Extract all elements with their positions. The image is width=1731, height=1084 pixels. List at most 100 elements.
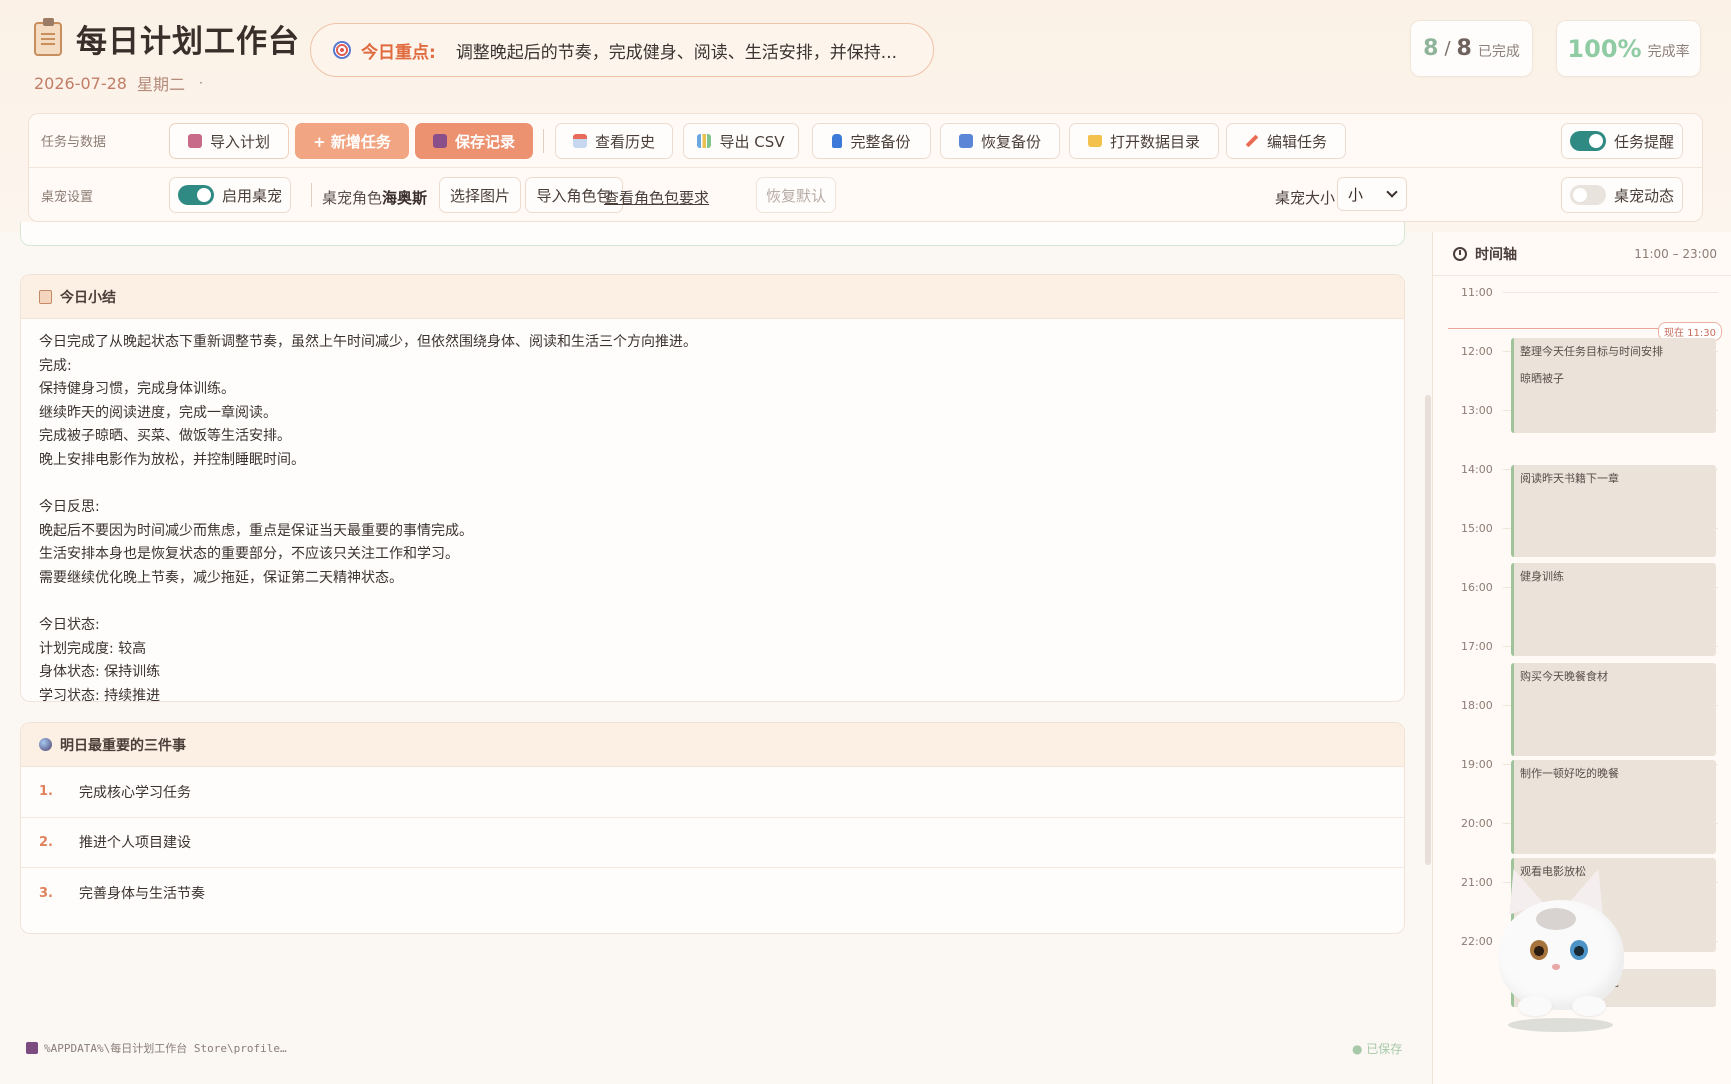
timeline-task[interactable]: 晾晒被子 <box>1511 365 1716 433</box>
enable-pet-switch[interactable] <box>177 185 214 205</box>
timeline-range: 11:00 – 23:00 <box>1634 246 1717 261</box>
folder-icon <box>1087 135 1102 147</box>
pet-eye <box>1570 940 1588 960</box>
clock-icon <box>1453 246 1467 261</box>
row-label-tasks: 任务与数据 <box>41 135 107 150</box>
hour-label: 16:00 <box>1461 581 1493 594</box>
tomorrow-card: 明日最重要的三件事 1. 完成核心学习任务 2. 推进个人项目建设 3. 完善身… <box>20 722 1405 934</box>
toolbar-row-pet: 桌宠设置 启用桌宠 桌宠角色 海奥斯 选择图片 导入角色包 查看角色包要求 恢复… <box>29 168 1702 222</box>
toolbar-divider <box>311 183 312 207</box>
restore-backup-button[interactable]: 恢复备份 <box>940 123 1060 159</box>
pet-role-name: 海奥斯 <box>382 189 428 207</box>
choose-image-label: 选择图片 <box>449 186 510 205</box>
tomorrow-header: 明日最重要的三件事 <box>21 723 1404 767</box>
restore-default-button[interactable]: 恢复默认 <box>756 177 836 213</box>
desktop-pet-cat[interactable] <box>1488 860 1643 1040</box>
today-focus[interactable]: 今日重点: 调整晚起后的节奏，完成健身、阅读、生活安排，并保持... <box>310 23 934 77</box>
toolbar: 任务与数据 导入计划 + 新增任务 保存记录 查看历史 导出 CSV 完整备份 … <box>28 113 1703 222</box>
focus-label: 今日重点: <box>361 42 436 63</box>
hour-label: 15:00 <box>1461 522 1493 535</box>
completion-rate: 100% <box>1567 34 1642 63</box>
task-reminder-toggle[interactable]: 任务提醒 <box>1561 123 1683 159</box>
edit-task-label: 编辑任务 <box>1266 132 1327 151</box>
new-task-button[interactable]: + 新增任务 <box>295 123 409 159</box>
import-role-pack-label: 导入角色包 <box>536 186 612 205</box>
total-count: 8 <box>1456 36 1472 61</box>
pet-size-value: 小 <box>1348 185 1364 204</box>
weekday: 星期二 <box>136 75 185 94</box>
app-header: 每日计划工作台 2026-07-28 星期二 · 今日重点: 调整晚起后的节奏，… <box>0 0 1731 232</box>
pet-size-select[interactable]: 小 <box>1337 177 1407 211</box>
pet-animation-label: 桌宠动态 <box>1613 186 1674 205</box>
new-task-label: + 新增任务 <box>313 132 391 151</box>
hour-label: 19:00 <box>1461 758 1493 771</box>
bar-chart-icon <box>697 134 712 148</box>
title-area: 每日计划工作台 2026-07-28 星期二 · <box>34 16 300 95</box>
enable-pet-label: 启用桌宠 <box>221 186 282 205</box>
hour-label: 17:00 <box>1461 640 1493 653</box>
list-item[interactable]: 2. 推进个人项目建设 <box>21 818 1404 868</box>
view-pack-requirements-link[interactable]: 查看角色包要求 <box>604 187 709 208</box>
timeline-task[interactable]: 阅读昨天书籍下一章 <box>1511 465 1716 557</box>
pet-paw <box>1572 996 1606 1016</box>
choose-image-button[interactable]: 选择图片 <box>439 177 521 213</box>
summary-textarea[interactable]: 今日完成了从晚起状态下重新调整节奏，虽然上午时间减少，但依然围绕身体、阅读和生活… <box>21 319 1404 701</box>
timeline-task[interactable]: 健身训练 <box>1511 563 1716 656</box>
save-record-label: 保存记录 <box>454 132 515 151</box>
timeline-title: 时间轴 <box>1475 246 1517 263</box>
calendar-icon <box>572 134 587 148</box>
pet-shadow <box>1508 1018 1613 1032</box>
floppy-disk-icon <box>26 1042 38 1054</box>
summary-card: 今日小结 今日完成了从晚起状态下重新调整节奏，虽然上午时间减少，但依然围绕身体、… <box>20 274 1405 702</box>
data-path: %APPDATA%\每日计划工作台 Store\profile… <box>26 1040 287 1056</box>
list-item[interactable]: 1. 完成核心学习任务 <box>21 767 1404 818</box>
main-content: 今日小结 今日完成了从晚起状态下重新调整节奏，虽然上午时间减少，但依然围绕身体、… <box>0 222 1420 1084</box>
edit-task-button[interactable]: 编辑任务 <box>1226 123 1346 159</box>
task-reminder-label: 任务提醒 <box>1613 132 1674 151</box>
export-csv-label: 导出 CSV <box>719 132 785 151</box>
import-plan-label: 导入计划 <box>209 132 270 151</box>
summary-header: 今日小结 <box>21 275 1404 319</box>
hour-line <box>1503 292 1718 293</box>
row-label-pet: 桌宠设置 <box>41 189 94 205</box>
tomorrow-title: 明日最重要的三件事 <box>60 737 186 754</box>
target-icon <box>333 41 351 59</box>
full-backup-label: 完整备份 <box>850 132 911 151</box>
done-label: 已完成 <box>1477 43 1520 60</box>
export-csv-button[interactable]: 导出 CSV <box>683 123 799 159</box>
crystal-ball-icon <box>39 738 52 751</box>
main-scrollbar[interactable] <box>1425 395 1431 865</box>
pet-size-label: 桌宠大小 <box>1275 189 1336 207</box>
date-menu-dot[interactable]: · <box>199 76 203 90</box>
pet-nose <box>1552 964 1560 970</box>
full-backup-button[interactable]: 完整备份 <box>812 123 931 159</box>
task-list-card-bottom <box>20 222 1405 246</box>
view-history-button[interactable]: 查看历史 <box>555 123 673 159</box>
save-record-button[interactable]: 保存记录 <box>415 123 533 159</box>
toolbar-row-tasks: 任务与数据 导入计划 + 新增任务 保存记录 查看历史 导出 CSV 完整备份 … <box>29 114 1702 168</box>
pet-patch <box>1536 908 1576 930</box>
pet-animation-switch[interactable] <box>1569 185 1606 205</box>
timeline-task[interactable]: 制作一顿好吃的晚餐 <box>1511 760 1716 854</box>
item-number: 2. <box>39 834 53 850</box>
list-item[interactable]: 3. 完善身体与生活节奏 <box>21 868 1404 919</box>
item-text: 推进个人项目建设 <box>79 835 191 852</box>
pet-eye <box>1530 940 1548 960</box>
pet-animation-toggle[interactable]: 桌宠动态 <box>1561 177 1683 213</box>
open-data-dir-label: 打开数据目录 <box>1109 132 1200 151</box>
item-number: 1. <box>39 784 53 800</box>
date-picker[interactable]: 2026-07-28 星期二 · <box>34 71 300 95</box>
enable-pet-toggle[interactable]: 启用桌宠 <box>169 177 291 213</box>
timeline-task[interactable]: 购买今天晚餐食材 <box>1511 663 1716 756</box>
restore-default-label: 恢复默认 <box>765 186 826 205</box>
done-count: 8 <box>1423 36 1439 61</box>
backup-jar-icon <box>832 134 843 148</box>
task-reminder-switch[interactable] <box>1569 131 1606 151</box>
restore-icon <box>958 134 973 148</box>
open-data-dir-button[interactable]: 打开数据目录 <box>1069 123 1219 159</box>
import-plan-button[interactable]: 导入计划 <box>169 123 289 159</box>
memo-icon <box>39 289 52 304</box>
pencil-icon <box>1245 134 1259 148</box>
pet-paw <box>1518 996 1552 1016</box>
completed-stat: 8 / 8 已完成 <box>1410 20 1533 77</box>
